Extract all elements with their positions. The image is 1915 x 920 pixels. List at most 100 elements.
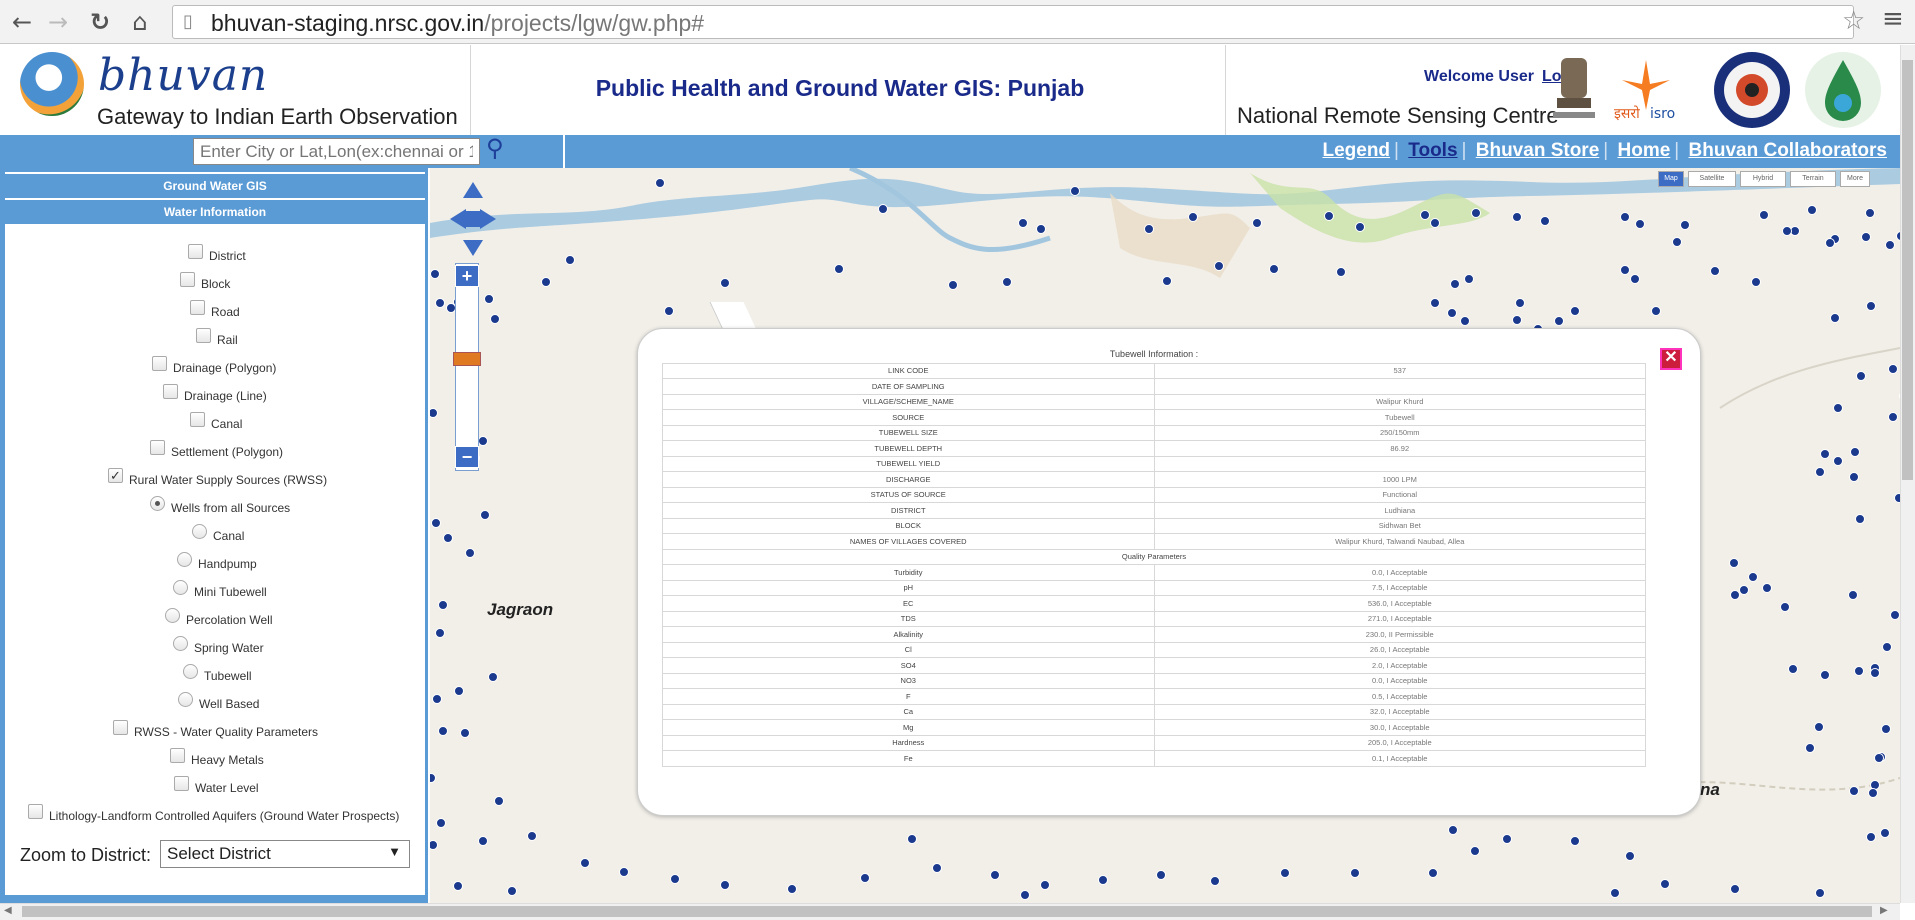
back-icon[interactable]: ← <box>6 6 38 38</box>
well-marker[interactable] <box>1870 668 1880 678</box>
well-marker[interactable] <box>1882 642 1892 652</box>
zoom-in-button[interactable]: + <box>455 265 479 287</box>
layer-option[interactable]: Drainage (Polygon) <box>152 356 276 375</box>
well-marker[interactable] <box>1888 412 1898 422</box>
well-marker[interactable] <box>430 269 440 279</box>
well-marker[interactable] <box>432 694 442 704</box>
well-marker[interactable] <box>1854 666 1864 676</box>
zoom-out-button[interactable]: − <box>455 446 479 468</box>
checkbox[interactable] <box>28 804 43 819</box>
checkbox[interactable] <box>170 748 185 763</box>
well-marker[interactable] <box>1252 218 1262 228</box>
well-marker[interactable] <box>1512 212 1522 222</box>
checkbox[interactable] <box>196 328 211 343</box>
well-marker[interactable] <box>1156 870 1166 880</box>
map-type-button[interactable]: More <box>1840 171 1870 187</box>
well-marker[interactable] <box>1855 514 1865 524</box>
well-marker[interactable] <box>1336 267 1346 277</box>
well-marker[interactable] <box>720 278 730 288</box>
well-marker[interactable] <box>1782 226 1792 236</box>
well-marker[interactable] <box>1214 261 1224 271</box>
home-link[interactable]: Home <box>1618 140 1671 161</box>
well-marker[interactable] <box>1460 316 1470 326</box>
well-marker[interactable] <box>488 672 498 682</box>
well-marker[interactable] <box>860 873 870 883</box>
well-marker[interactable] <box>1020 890 1030 900</box>
well-marker[interactable] <box>1355 222 1365 232</box>
well-marker[interactable] <box>1002 277 1012 287</box>
well-marker[interactable] <box>527 831 537 841</box>
checkbox[interactable] <box>190 412 205 427</box>
well-marker[interactable] <box>494 796 504 806</box>
district-select[interactable]: Select District ▼ <box>160 840 410 868</box>
radio-button[interactable] <box>178 692 193 707</box>
well-marker[interactable] <box>948 280 958 290</box>
radio-button[interactable] <box>177 552 192 567</box>
forward-icon[interactable]: → <box>42 6 74 38</box>
pan-control[interactable] <box>448 180 498 258</box>
well-marker[interactable] <box>1610 888 1620 898</box>
well-marker[interactable] <box>1825 238 1835 248</box>
location-search-input[interactable] <box>193 138 480 165</box>
well-marker[interactable] <box>1814 722 1824 732</box>
well-marker[interactable] <box>480 510 490 520</box>
well-marker[interactable] <box>431 518 441 528</box>
layer-option[interactable]: Handpump <box>177 552 257 571</box>
well-marker[interactable] <box>565 255 575 265</box>
layer-option[interactable]: Lithology-Landform Controlled Aquifers (… <box>28 804 399 823</box>
radio-button[interactable] <box>165 608 180 623</box>
well-marker[interactable] <box>1512 315 1522 325</box>
well-marker[interactable] <box>1660 879 1670 889</box>
well-marker[interactable] <box>990 870 1000 880</box>
well-marker[interactable] <box>1144 224 1154 234</box>
well-marker[interactable] <box>1805 743 1815 753</box>
well-marker[interactable] <box>1630 274 1640 284</box>
layer-option[interactable]: Road <box>190 300 240 319</box>
well-marker[interactable] <box>670 874 680 884</box>
well-marker[interactable] <box>1625 851 1635 861</box>
well-marker[interactable] <box>1762 583 1772 593</box>
well-marker[interactable] <box>1730 884 1740 894</box>
legend-link[interactable]: Legend <box>1322 140 1390 161</box>
hamburger-menu-icon[interactable]: ≡ <box>1882 4 1904 34</box>
well-marker[interactable] <box>1881 724 1891 734</box>
layer-option[interactable]: Rail <box>196 328 238 347</box>
well-marker[interactable] <box>1098 875 1108 885</box>
radio-button[interactable] <box>150 496 165 511</box>
layer-option[interactable]: Wells from all Sources <box>150 496 290 515</box>
well-marker[interactable] <box>1815 888 1825 898</box>
well-marker[interactable] <box>1807 205 1817 215</box>
well-marker[interactable] <box>1430 298 1440 308</box>
well-marker[interactable] <box>1450 279 1460 289</box>
well-marker[interactable] <box>1730 590 1740 600</box>
well-marker[interactable] <box>1861 232 1871 242</box>
well-marker[interactable] <box>1428 868 1438 878</box>
vertical-scrollbar-thumb[interactable] <box>1902 60 1913 480</box>
well-marker[interactable] <box>1280 868 1290 878</box>
well-marker[interactable] <box>907 834 917 844</box>
well-marker[interactable] <box>1430 218 1440 228</box>
well-marker[interactable] <box>478 436 488 446</box>
well-marker[interactable] <box>1515 298 1525 308</box>
layer-option[interactable]: RWSS - Water Quality Parameters <box>113 720 318 739</box>
checkbox[interactable] <box>113 720 128 735</box>
well-marker[interactable] <box>1849 786 1859 796</box>
well-marker[interactable] <box>490 314 500 324</box>
scroll-right-icon[interactable]: ▶ <box>1880 905 1888 916</box>
checkbox[interactable] <box>188 244 203 259</box>
layer-option[interactable]: Canal <box>192 524 244 543</box>
well-marker[interactable] <box>1759 210 1769 220</box>
well-marker[interactable] <box>1830 313 1840 323</box>
well-marker[interactable] <box>453 881 463 891</box>
well-marker[interactable] <box>1888 364 1898 374</box>
well-marker[interactable] <box>436 818 446 828</box>
well-marker[interactable] <box>1570 836 1580 846</box>
well-marker[interactable] <box>1865 208 1875 218</box>
well-marker[interactable] <box>834 264 844 274</box>
radio-button[interactable] <box>183 664 198 679</box>
layer-option[interactable]: Settlement (Polygon) <box>150 440 283 459</box>
well-marker[interactable] <box>580 858 590 868</box>
section-water-information[interactable]: Water Information <box>5 200 425 224</box>
checkbox[interactable] <box>180 272 195 287</box>
well-marker[interactable] <box>1833 456 1843 466</box>
